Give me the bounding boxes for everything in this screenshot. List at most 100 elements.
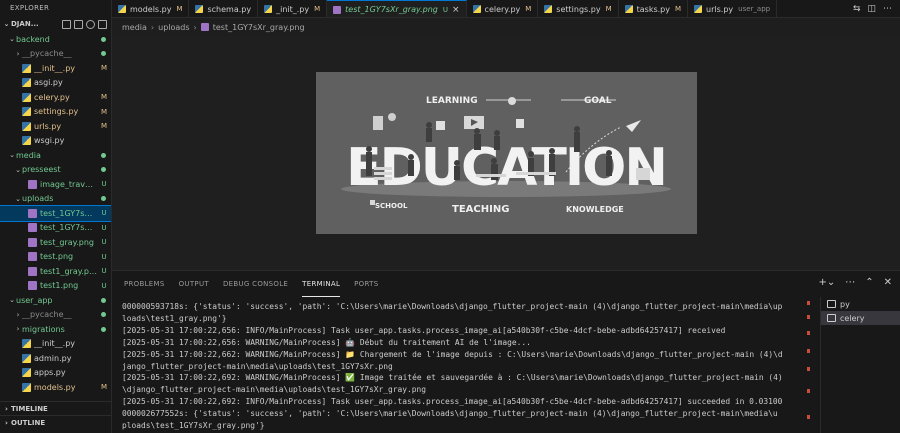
tree-item-label: __pycache__ — [22, 310, 72, 320]
python-file-icon — [22, 121, 31, 131]
tab-debug-console[interactable]: DEBUG CONSOLE — [223, 271, 288, 297]
terminal-instance[interactable]: py — [821, 297, 900, 311]
close-icon[interactable]: × — [452, 5, 460, 15]
folder-item[interactable]: ⌄ user_app — [0, 293, 111, 308]
folder-item[interactable]: › migrations — [0, 322, 111, 337]
git-status-dot — [101, 326, 106, 332]
tab-terminal[interactable]: TERMINAL — [302, 271, 341, 297]
split-editor-icon[interactable]: ◫ — [867, 4, 876, 14]
editor-tab[interactable]: models.py M — [112, 0, 190, 17]
file-item[interactable]: models.py M — [0, 380, 111, 395]
git-status-dot — [101, 297, 106, 303]
git-status-dot — [101, 36, 106, 42]
new-file-icon[interactable] — [62, 19, 71, 29]
editor-tab[interactable]: schema.py — [189, 0, 259, 17]
file-item[interactable]: asgi.py — [0, 76, 111, 91]
image-file-icon — [28, 266, 37, 276]
editor-tab[interactable]: celery.py M — [467, 0, 539, 17]
tab-badge: user_app — [738, 5, 771, 13]
chevron-right-icon: › — [5, 418, 8, 427]
chevron-right-icon: › — [16, 49, 20, 58]
editor-tab[interactable]: settings.py M — [538, 0, 619, 17]
editor-tab[interactable]: _init_.py M — [258, 0, 328, 17]
file-item[interactable]: test1_gray.png U — [0, 264, 111, 279]
folder-item[interactable]: › __pycache__ — [0, 47, 111, 62]
tree-item-label: test1.png — [40, 281, 79, 291]
file-item[interactable]: celery.py M — [0, 90, 111, 105]
python-file-icon — [22, 353, 31, 363]
file-item[interactable]: test_gray.png U — [0, 235, 111, 250]
file-item[interactable]: urls.py M — [0, 119, 111, 134]
refresh-icon[interactable] — [86, 19, 95, 29]
git-status-badge: M — [100, 107, 108, 116]
tree-item-label: migrations — [22, 324, 65, 334]
folder-item[interactable]: ⌄ backend — [0, 32, 111, 47]
chevron-down-icon: ⌄ — [9, 296, 15, 305]
more-actions-icon[interactable]: ⋯ — [845, 277, 855, 288]
project-name: DJAN... — [11, 20, 39, 28]
git-status-dot — [101, 51, 106, 57]
tree-item-label: test1_gray.png — [40, 266, 97, 276]
terminal-output[interactable]: 000000593718s: {'status': 'success', 'pa… — [112, 301, 812, 433]
outline-section[interactable]: › OUTLINE — [0, 415, 111, 429]
file-item[interactable]: test.png U — [0, 250, 111, 265]
tab-label: urls.py — [706, 4, 734, 14]
file-item[interactable]: image_travaill... U — [0, 177, 111, 192]
explorer-sidebar: EXPLORER ⌄ DJAN... ⌄ backend › __pycache__ _… — [0, 0, 112, 433]
tab-problems[interactable]: PROBLEMS — [124, 271, 165, 297]
tree-item-label: test.png — [40, 252, 74, 262]
folder-item[interactable]: ⌄ presseest — [0, 163, 111, 178]
close-panel-icon[interactable]: ✕ — [884, 277, 892, 288]
more-actions-icon[interactable]: ⋯ — [883, 4, 892, 14]
git-status-dot — [101, 196, 106, 202]
file-item[interactable]: test_1GY7sXr_... U — [0, 205, 111, 222]
file-item[interactable]: __init__.py — [0, 337, 111, 352]
breadcrumb-media[interactable]: media — [122, 23, 147, 32]
terminal-icon — [827, 300, 836, 308]
tab-badge: M — [176, 5, 183, 13]
breadcrumb-file[interactable]: test_1GY7sXr_gray.png — [213, 23, 305, 32]
tab-output[interactable]: OUTPUT — [179, 271, 209, 297]
git-status-dot — [101, 312, 106, 318]
education-illustration: EDUCATION LEARNING GOAL SCHOOL TEACHING … — [316, 72, 697, 234]
git-status-badge: M — [100, 122, 108, 131]
editor-tab[interactable]: tasks.py M — [619, 0, 689, 17]
image-file-icon — [28, 223, 37, 233]
file-item[interactable]: test_1GY7sXr.... U — [0, 221, 111, 236]
maximize-panel-icon[interactable]: ⌃ — [865, 277, 873, 288]
file-item[interactable]: apps.py — [0, 366, 111, 381]
tree-item-label: test_1GY7sXr.... — [40, 223, 97, 233]
new-terminal-icon[interactable]: +⌄ — [818, 277, 835, 288]
chevron-down-icon: ⌄ — [15, 194, 21, 203]
file-item[interactable]: wsgi.py — [0, 134, 111, 149]
file-item[interactable]: __init__.py M — [0, 61, 111, 76]
image-file-icon — [28, 179, 37, 189]
breadcrumb-uploads[interactable]: uploads — [158, 23, 189, 32]
folder-item[interactable]: › __pycache__ — [0, 308, 111, 323]
file-item[interactable]: settings.py M — [0, 105, 111, 120]
terminal-instance[interactable]: celery — [821, 311, 900, 325]
timeline-section[interactable]: › TIMELINE — [0, 401, 111, 415]
collapse-all-icon[interactable] — [98, 19, 107, 29]
terminal-scrollbar[interactable] — [807, 297, 811, 433]
terminal-line: [2025-05-31 17:00:22,662: WARNING/MainPr… — [122, 349, 783, 359]
git-status-dot — [101, 152, 106, 158]
image-file-icon — [28, 281, 37, 291]
folder-item[interactable]: ⌄ media — [0, 148, 111, 163]
editor-tab[interactable]: urls.py user_app — [688, 0, 778, 17]
tree-item-label: user_app — [16, 295, 53, 305]
chevron-right-icon: › — [16, 325, 20, 334]
new-folder-icon[interactable] — [74, 19, 83, 29]
folder-item[interactable]: ⌄ uploads — [0, 192, 111, 207]
tree-item-label: asgi.py — [34, 78, 63, 88]
open-changes-icon[interactable]: ⇆ — [853, 4, 861, 14]
file-item[interactable]: admin.py — [0, 351, 111, 366]
outline-label: OUTLINE — [11, 418, 46, 427]
tab-ports[interactable]: PORTS — [354, 271, 378, 297]
editor-tab[interactable]: test_1GY7sXr_gray.png U × — [327, 0, 467, 17]
file-item[interactable]: test1.png U — [0, 279, 111, 294]
git-status-badge: U — [101, 281, 107, 290]
project-header[interactable]: ⌄ DJAN... — [0, 16, 111, 32]
tree-item-label: test_1GY7sXr_... — [40, 208, 97, 218]
git-status-badge: M — [100, 93, 108, 102]
